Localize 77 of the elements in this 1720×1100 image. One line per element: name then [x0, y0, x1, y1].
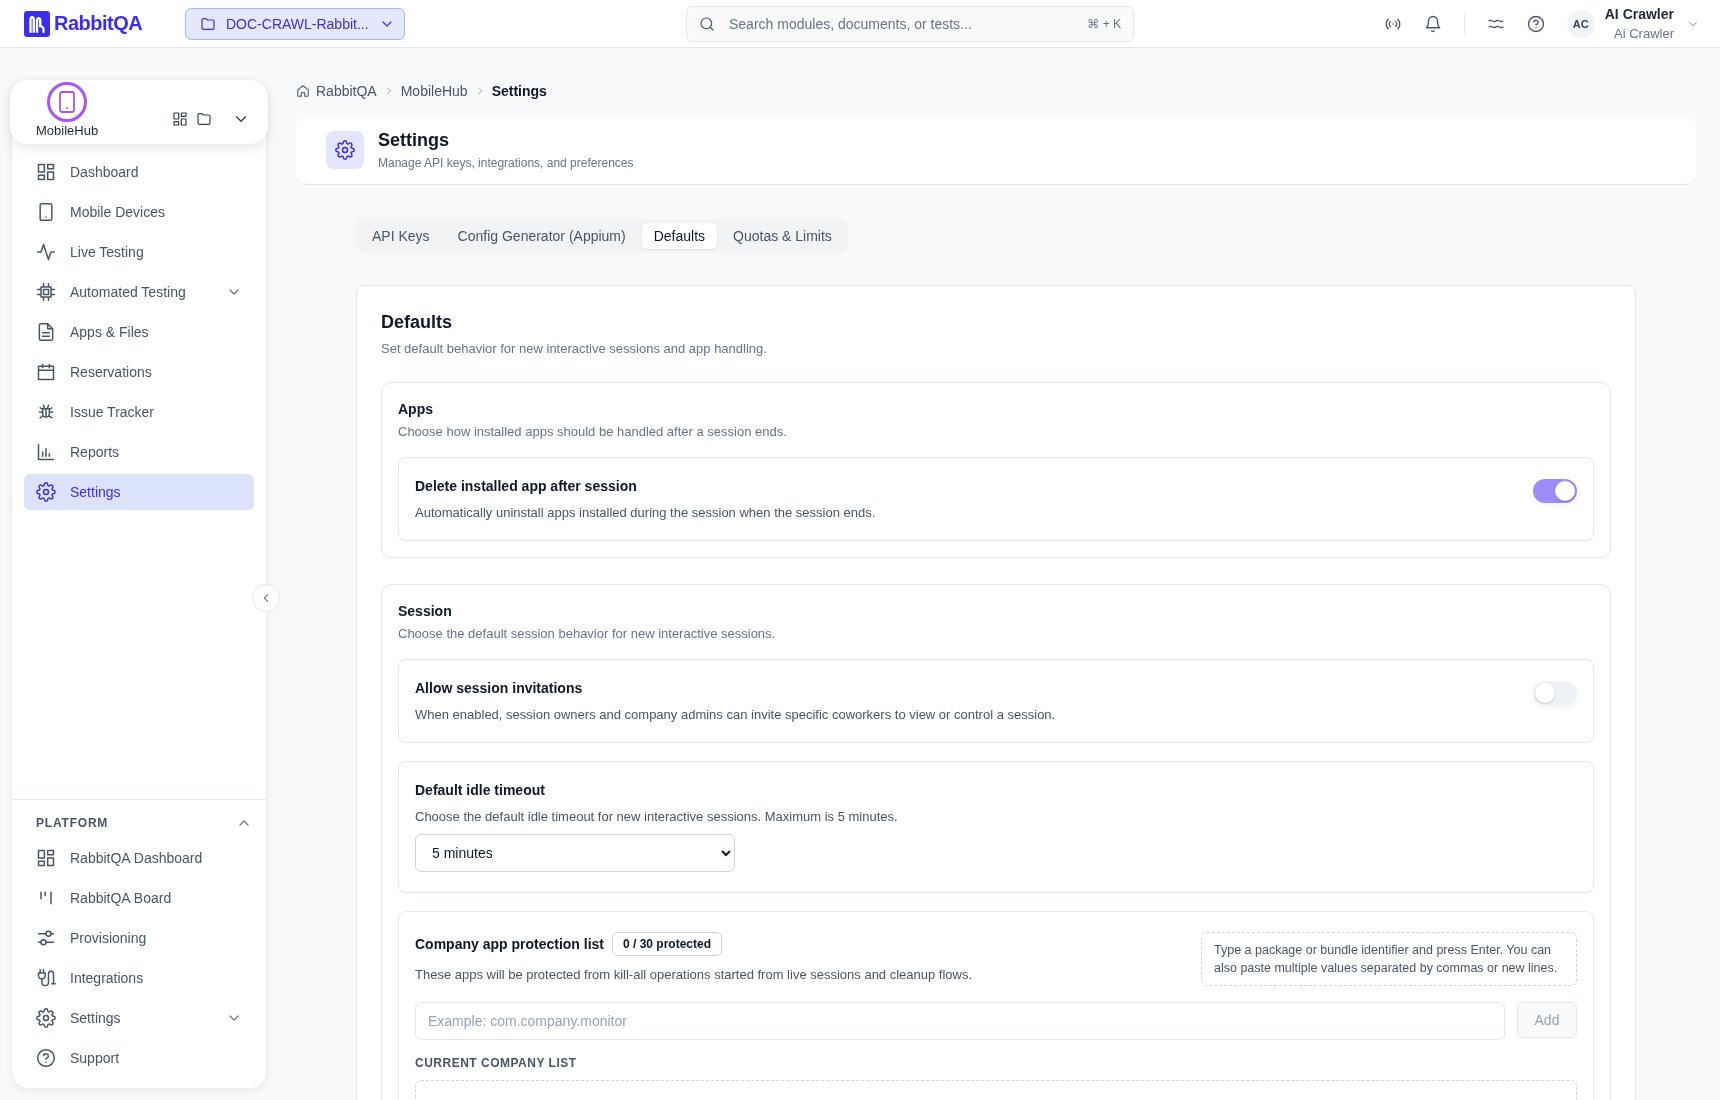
avatar[interactable]: AC	[1566, 9, 1595, 38]
settings-icon	[36, 482, 56, 502]
nav-item[interactable]: Dashboard	[24, 154, 254, 190]
tab[interactable]: Config Generator (Appium)	[445, 223, 638, 249]
dashboard-icon	[36, 848, 56, 868]
grid-icon[interactable]	[172, 111, 188, 127]
user-name: AI Crawler	[1604, 4, 1674, 24]
breadcrumb-link[interactable]: RabbitQA	[316, 83, 377, 99]
help-icon	[36, 1048, 56, 1068]
list-heading: CURRENT COMPANY LIST	[415, 1056, 578, 1070]
nav-item[interactable]: Support	[24, 1040, 254, 1076]
sliders-icon	[36, 928, 56, 948]
nav-item[interactable]: Settings	[24, 1000, 254, 1036]
nav-item[interactable]: RabbitQA Board	[24, 880, 254, 916]
nav-item[interactable]: Reservations	[24, 354, 254, 390]
tab[interactable]: Defaults	[641, 223, 718, 249]
toggle-switch[interactable]	[1533, 479, 1577, 503]
toggle-switch[interactable]	[1533, 681, 1577, 705]
nav-item[interactable]: Automated Testing	[24, 274, 254, 310]
card-title: Defaults	[381, 312, 453, 333]
section-heading: PLATFORM	[36, 816, 109, 830]
nav-item[interactable]: Settings	[24, 474, 254, 510]
search-bar[interactable]: Search modules, documents, or tests... ⌘ + K	[686, 5, 1134, 42]
card-description: Set default behavior for new interactive sessions and app handling.	[381, 341, 768, 356]
home-icon[interactable]	[296, 84, 310, 98]
workspace-name: MobileHub	[36, 123, 99, 138]
nav-item[interactable]: Mobile Devices	[24, 194, 254, 230]
page-title: Settings	[378, 130, 450, 151]
nav-item[interactable]: RabbitQA Dashboard	[24, 840, 254, 876]
app-name: RabbitQA	[54, 12, 143, 35]
nav-item[interactable]: Live Testing	[24, 234, 254, 270]
setting-description: Automatically uninstall apps installed during the session when the session ends.	[415, 505, 877, 520]
folder-icon	[200, 15, 216, 32]
chip-icon	[36, 282, 56, 302]
section-title: Session	[398, 603, 453, 619]
breadcrumb-link[interactable]: MobileHub	[400, 83, 468, 99]
nav-item[interactable]: Provisioning	[24, 920, 254, 956]
nav-item[interactable]: Apps & Files	[24, 314, 254, 350]
tab[interactable]: Quotas & Limits	[721, 223, 844, 249]
project-selector[interactable]: DOC-CRAWL-Rabbit...	[185, 7, 405, 40]
help-icon[interactable]	[1526, 14, 1545, 33]
dashboard-icon	[36, 162, 56, 182]
logo-icon	[24, 10, 50, 37]
user-role: Ai Crawler	[1614, 24, 1674, 43]
nav-item[interactable]: Issue Tracker	[24, 394, 254, 430]
page-subtitle: Manage API keys, integrations, and preferences	[378, 156, 634, 170]
setting-label: Delete installed app after session	[415, 478, 638, 494]
section-description: Choose how installed apps should be handled after a session ends.	[398, 424, 788, 439]
settings-icon	[36, 1008, 56, 1028]
hint-text: Type a package or bundle identifier and press Enter. You can also paste multiple values separated by commas or new lines.	[1201, 932, 1577, 986]
notification-icon[interactable]	[1423, 14, 1442, 33]
phone-icon	[36, 202, 56, 222]
pulse-icon	[36, 242, 56, 262]
nav-item[interactable]: Integrations	[24, 960, 254, 996]
setting-label: Default idle timeout	[415, 782, 546, 798]
folder-icon[interactable]	[196, 111, 212, 127]
setting-description: When enabled, session owners and company admins can invite specific coworkers to view or control a session.	[415, 707, 1057, 722]
bar-chart-icon	[36, 442, 56, 462]
count-badge: 0 / 30 protected	[612, 932, 723, 956]
breadcrumb-link[interactable]: Settings	[491, 83, 547, 99]
shortcut-hint: ⌘ + K	[1087, 16, 1121, 31]
setting-description: Choose the default idle timeout for new interactive sessions. Maximum is 5 minutes.	[415, 809, 899, 824]
search-field[interactable]: Search modules, documents, or tests...	[727, 14, 1076, 33]
select-field[interactable]: 5 minutes	[415, 834, 735, 872]
settings-icon	[326, 131, 364, 169]
document-icon	[36, 322, 56, 342]
setting-label: Company app protection list	[415, 936, 604, 952]
nav-item[interactable]: Reports	[24, 434, 254, 470]
calendar-icon	[36, 362, 56, 382]
plug-icon	[36, 968, 56, 988]
section-title: Apps	[398, 401, 434, 417]
setting-label: Allow session invitations	[415, 680, 584, 696]
setting-description: These apps will be protected from kill-all operations started from live sessions and cleanup flows.	[415, 967, 974, 982]
package-input[interactable]: Example: com.company.monitor	[415, 1002, 1505, 1040]
section-description: Choose the default session behavior for new interactive sessions.	[398, 626, 777, 641]
search-icon	[699, 15, 715, 32]
tab[interactable]: API Keys	[360, 223, 442, 249]
